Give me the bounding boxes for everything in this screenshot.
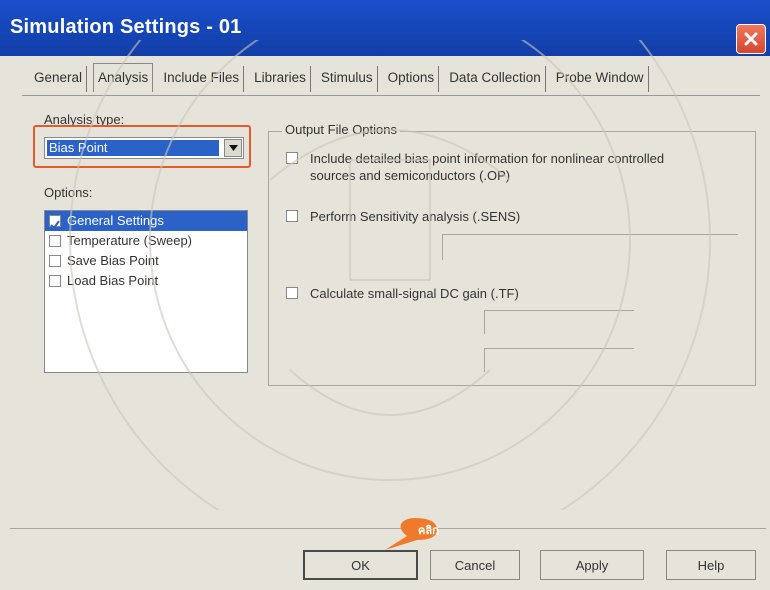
sensitivity-checkbox[interactable] [286, 210, 298, 222]
option-label: Save Bias Point [67, 253, 159, 268]
dc-gain-checkbox[interactable] [286, 287, 298, 299]
option-load-bias-point[interactable]: Load Bias Point [45, 271, 247, 291]
close-button[interactable] [736, 24, 766, 54]
help-button[interactable]: Help [666, 550, 756, 580]
tab-divider [22, 95, 760, 96]
ok-button[interactable]: OK [303, 550, 418, 580]
sensitivity-label: Perform Sensitivity analysis (.SENS) [310, 209, 521, 224]
option-label: Load Bias Point [67, 273, 159, 288]
title-bar: Simulation Settings - 01 [0, 0, 770, 56]
include-detailed-label-line1: Include detailed bias point information … [310, 151, 665, 166]
tab-probe-window[interactable]: Probe Window [552, 66, 649, 92]
option-label: Temperature (Sweep) [67, 233, 192, 248]
tab-options[interactable]: Options [384, 66, 440, 92]
option-checkbox[interactable] [49, 275, 61, 287]
option-checkbox[interactable] [49, 235, 61, 247]
option-general-settings[interactable]: General Settings [45, 211, 247, 231]
dropdown-arrow-button[interactable] [224, 139, 242, 157]
chevron-down-icon [228, 145, 238, 151]
option-temperature-sweep[interactable]: Temperature (Sweep) [45, 231, 247, 251]
sensitivity-output-variables-field[interactable] [442, 234, 738, 260]
tab-libraries[interactable]: Libraries [250, 66, 311, 92]
dc-gain-from-source-field[interactable] [484, 310, 634, 334]
include-detailed-label-line2: sources and semiconductors (.OP) [310, 168, 511, 183]
apply-button[interactable]: Apply [540, 550, 644, 580]
tab-stimulus[interactable]: Stimulus [317, 66, 378, 92]
tab-bar: General Analysis Include Files Libraries… [30, 63, 655, 94]
click-callout-text: คลิก [418, 525, 439, 537]
close-icon [744, 32, 758, 46]
dc-gain-label: Calculate small-signal DC gain (.TF) [310, 286, 519, 301]
window-title: Simulation Settings - 01 [10, 16, 242, 38]
options-label: Options: [44, 185, 93, 200]
options-list: General Settings Temperature (Sweep) Sav… [44, 210, 248, 373]
analysis-type-value: Bias Point [47, 140, 219, 156]
option-label: General Settings [67, 213, 164, 228]
output-file-options-title: Output File Options [282, 122, 400, 137]
cancel-button[interactable]: Cancel [430, 550, 520, 580]
tab-include-files[interactable]: Include Files [159, 66, 245, 92]
option-checkbox[interactable] [49, 215, 61, 230]
check-icon [50, 220, 60, 230]
tab-analysis[interactable]: Analysis [93, 63, 154, 92]
include-detailed-checkbox[interactable] [286, 152, 298, 164]
analysis-type-select[interactable]: Bias Point [44, 137, 244, 159]
tab-general[interactable]: General [30, 66, 88, 92]
dc-gain-to-output-field[interactable] [484, 348, 634, 372]
option-save-bias-point[interactable]: Save Bias Point [45, 251, 247, 271]
tab-data-collection[interactable]: Data Collection [445, 66, 546, 92]
simulation-settings-dialog: Simulation Settings - 01 General Analysi… [0, 0, 770, 590]
option-checkbox[interactable] [49, 255, 61, 267]
